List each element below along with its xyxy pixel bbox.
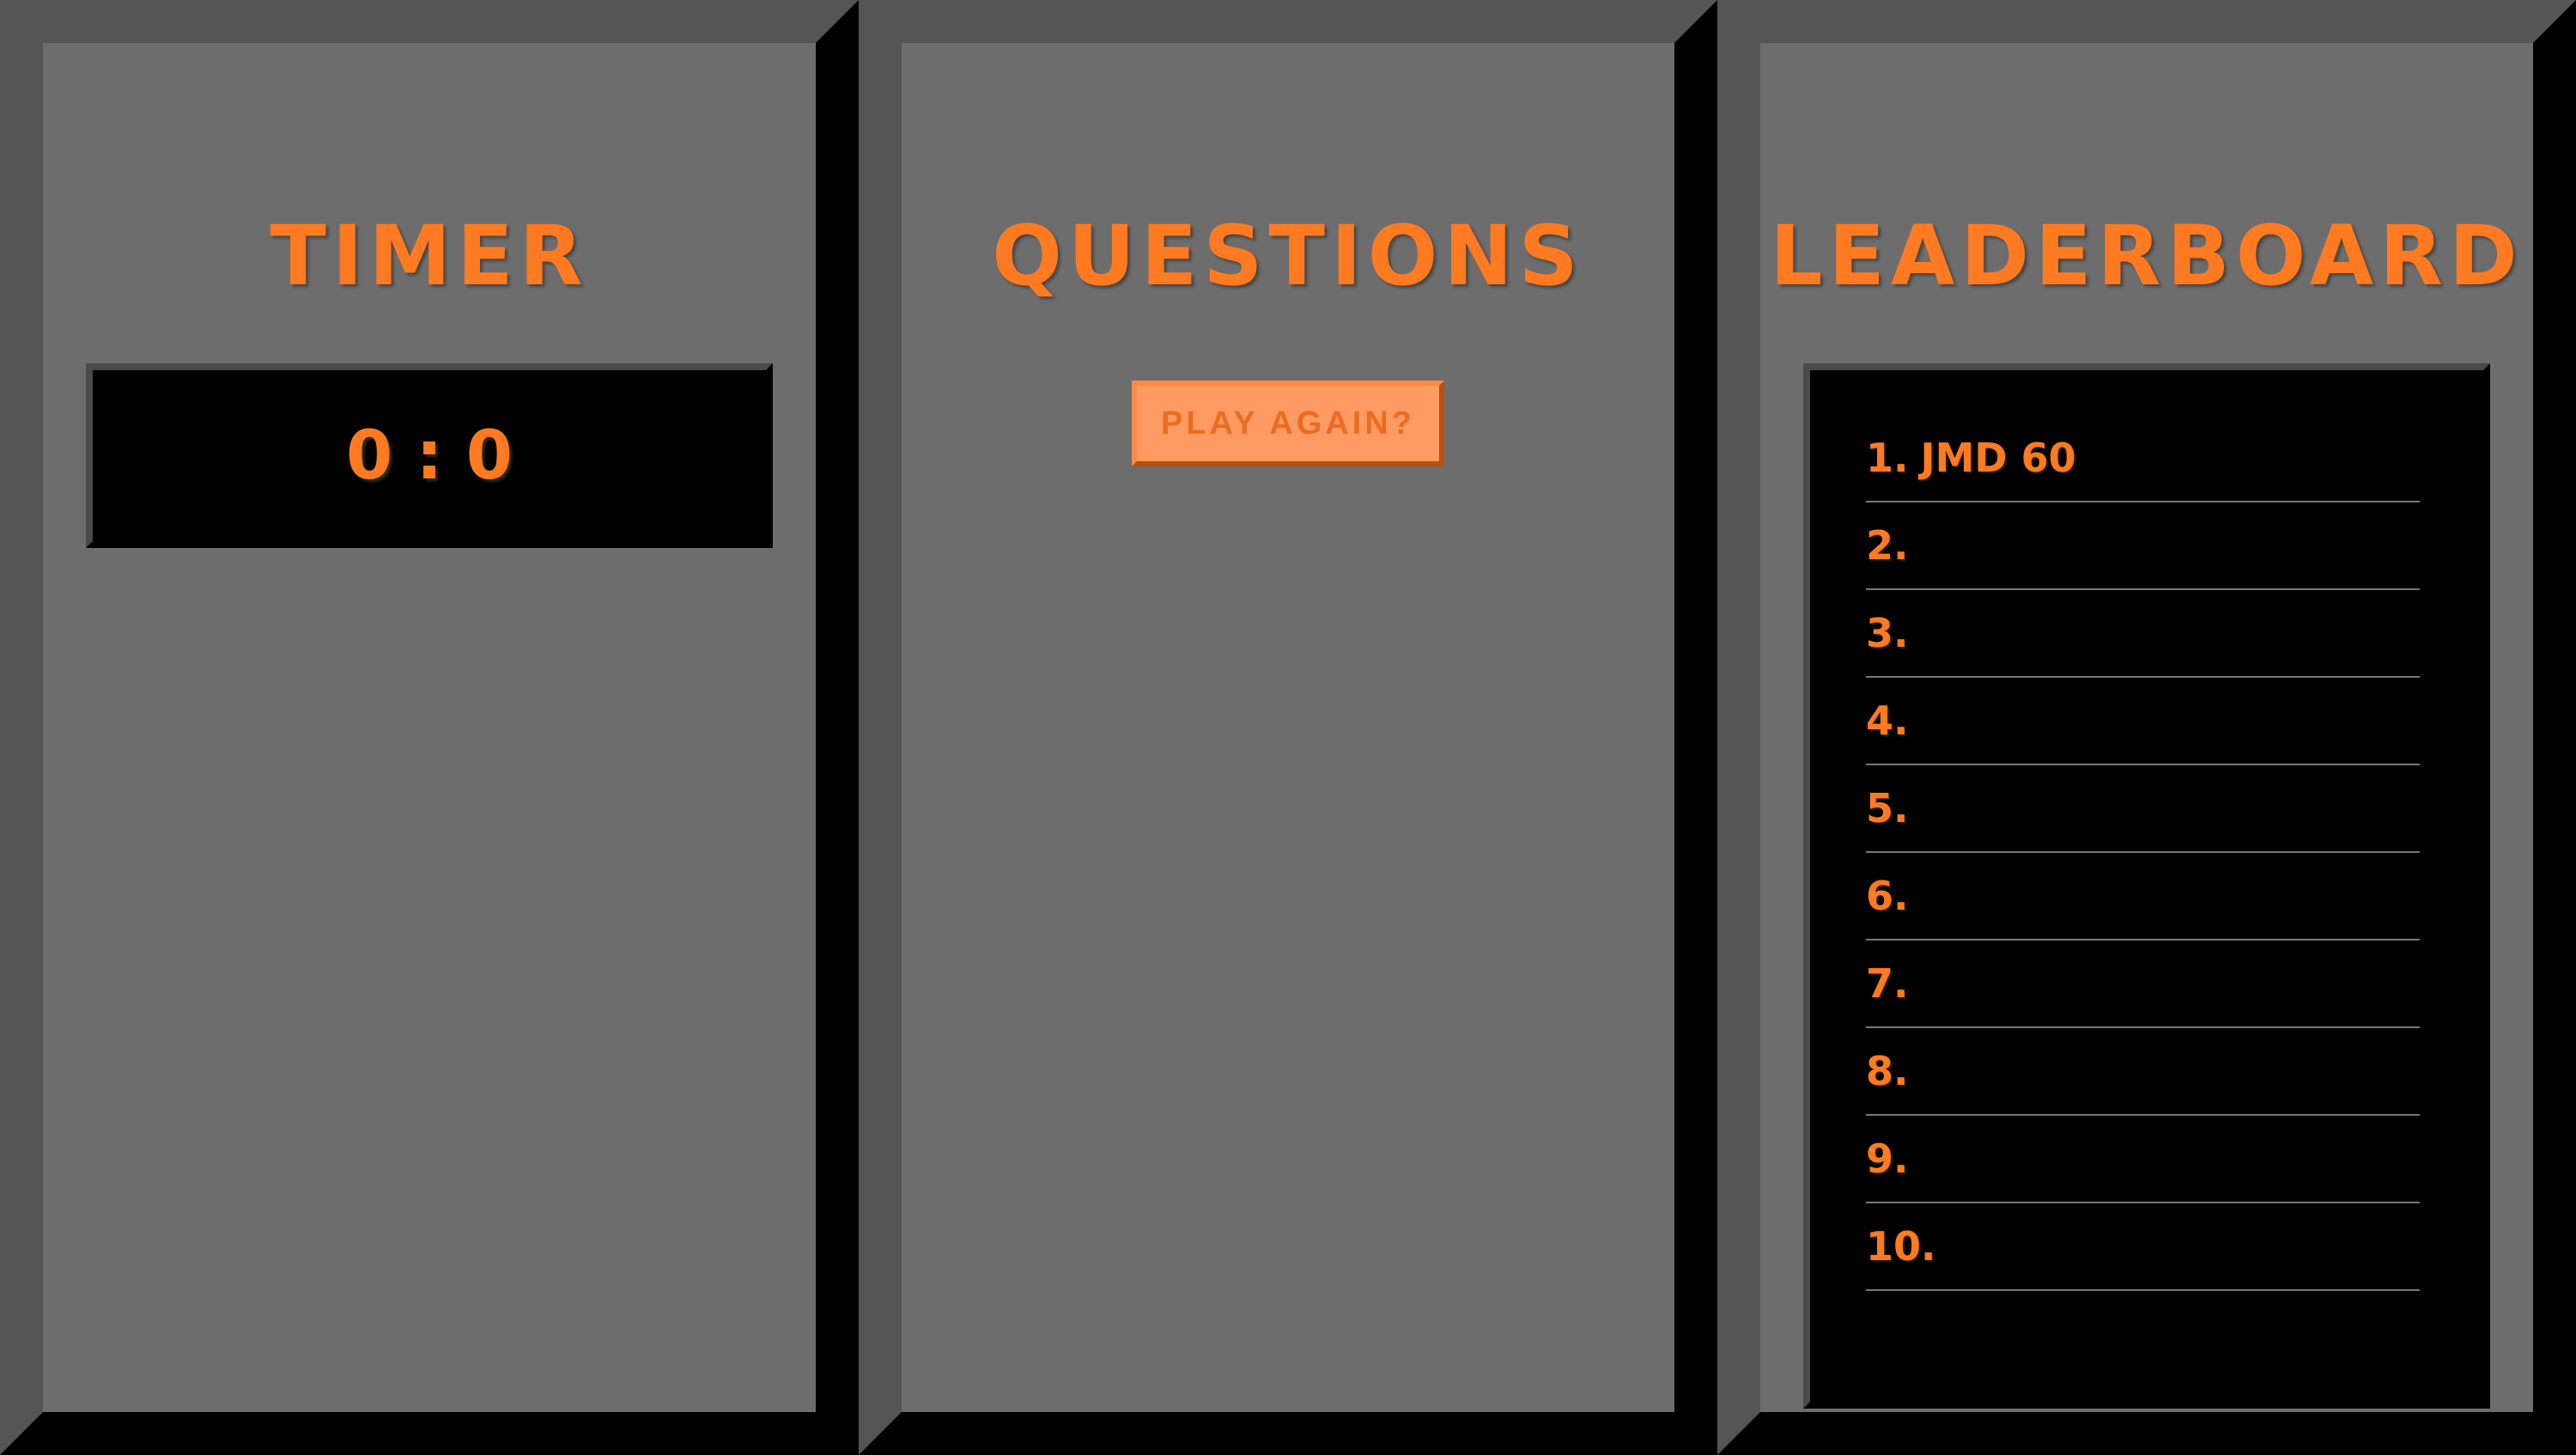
- leaderboard-row: 2.: [1866, 502, 2420, 590]
- leaderboard-rank: 3.: [1866, 610, 1909, 656]
- leaderboard-row: 3.: [1866, 590, 2420, 678]
- leaderboard-row: 9.: [1866, 1116, 2420, 1203]
- timer-title: TIMER: [270, 208, 589, 304]
- leaderboard-rank: 8.: [1866, 1048, 1909, 1094]
- leaderboard-row: 6.: [1866, 853, 2420, 941]
- leaderboard-row: 7.: [1866, 941, 2420, 1028]
- leaderboard-row: 4.: [1866, 678, 2420, 765]
- leaderboard-row: 5.: [1866, 765, 2420, 853]
- leaderboard-title: LEADERBOARD: [1770, 208, 2524, 304]
- leaderboard-rank: 9.: [1866, 1135, 1909, 1182]
- play-again-button[interactable]: PLAY AGAIN?: [1132, 380, 1444, 466]
- leaderboard-rank: 10.: [1866, 1223, 1936, 1269]
- leaderboard-row: 1. JMD 60: [1866, 415, 2420, 502]
- leaderboard-row: 8.: [1866, 1028, 2420, 1116]
- leaderboard-entry: JMD 60: [1920, 435, 2076, 481]
- timer-panel: TIMER 0 : 0: [0, 0, 859, 1455]
- leaderboard-rank: 7.: [1866, 960, 1909, 1007]
- leaderboard-rank: 5.: [1866, 785, 1909, 831]
- leaderboard-panel: LEADERBOARD 1. JMD 60 2. 3. 4. 5. 6. 7. 8…: [1717, 0, 2576, 1455]
- questions-title: QUESTIONS: [992, 208, 1584, 304]
- leaderboard-rank: 1.: [1866, 435, 1909, 481]
- timer-display: 0 : 0: [86, 363, 773, 548]
- leaderboard-rank: 6.: [1866, 873, 1909, 919]
- leaderboard-rank: 4.: [1866, 697, 1909, 744]
- timer-value: 0 : 0: [345, 417, 513, 495]
- leaderboard-list: 1. JMD 60 2. 3. 4. 5. 6. 7. 8. 9. 10.: [1866, 415, 2420, 1291]
- questions-panel: QUESTIONS PLAY AGAIN?: [859, 0, 1717, 1455]
- leaderboard-board: 1. JMD 60 2. 3. 4. 5. 6. 7. 8. 9. 10.: [1803, 363, 2490, 1409]
- leaderboard-row: 10.: [1866, 1203, 2420, 1291]
- leaderboard-rank: 2.: [1866, 522, 1909, 569]
